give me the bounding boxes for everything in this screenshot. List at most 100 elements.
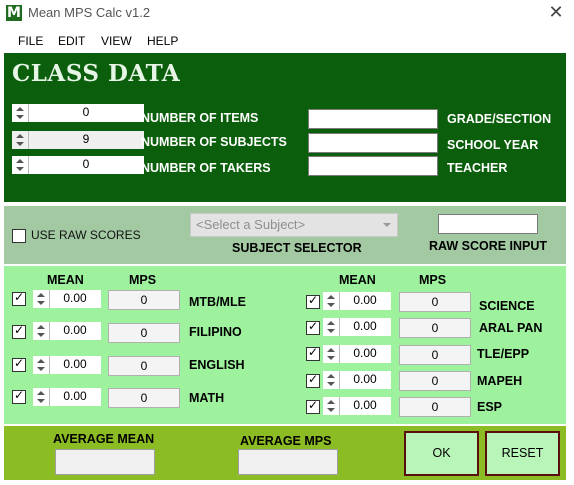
spin-up-icon[interactable] [327, 321, 335, 325]
mean-stepper-english[interactable]: 0.00 [33, 356, 101, 374]
spin-up-icon[interactable] [327, 295, 335, 299]
spin-down-icon[interactable] [37, 399, 45, 403]
subject-checkbox-science[interactable]: ✓ [306, 293, 320, 309]
average-mean-field[interactable] [55, 449, 155, 475]
mps-field-filipino[interactable]: 0 [108, 323, 180, 343]
mean-stepper-science[interactable]: 0.00 [323, 292, 391, 310]
spin-up-icon[interactable] [16, 134, 24, 138]
spin-down-icon[interactable] [327, 329, 335, 333]
mps-field-mapeh[interactable]: 0 [399, 371, 471, 391]
number-of-subjects-label: NUMBER OF SUBJECTS [141, 135, 287, 149]
mps-field-mtb-mle[interactable]: 0 [108, 290, 180, 310]
mean-value[interactable]: 0.00 [49, 389, 101, 403]
spin-down-icon[interactable] [327, 408, 335, 412]
spin-buttons[interactable] [323, 371, 340, 389]
spin-buttons[interactable] [12, 104, 29, 122]
mps-field-tle-epp[interactable]: 0 [399, 345, 471, 365]
subject-checkbox-aral-pan[interactable]: ✓ [306, 319, 320, 335]
number-of-takers-value[interactable]: 0 [28, 157, 144, 171]
subject-checkbox-esp[interactable]: ✓ [306, 398, 320, 414]
ok-button[interactable]: OK [404, 431, 479, 476]
spin-up-icon[interactable] [16, 107, 24, 111]
spin-down-icon[interactable] [327, 382, 335, 386]
mps-field-aral-pan[interactable]: 0 [399, 318, 471, 338]
number-of-subjects-stepper[interactable]: 9 [12, 131, 144, 149]
mean-value[interactable]: 0.00 [49, 291, 101, 305]
raw-score-input[interactable] [438, 214, 538, 234]
menu-file[interactable]: FILE [18, 34, 43, 48]
spin-up-icon[interactable] [37, 391, 45, 395]
number-of-subjects-value[interactable]: 9 [28, 132, 144, 146]
spin-buttons[interactable] [323, 397, 340, 415]
grade-section-field[interactable] [308, 109, 438, 129]
spin-buttons[interactable] [323, 292, 340, 310]
reset-button[interactable]: RESET [485, 431, 560, 476]
subject-checkbox-filipino[interactable]: ✓ [12, 323, 26, 339]
mean-value[interactable]: 0.00 [339, 293, 391, 307]
spin-buttons[interactable] [12, 156, 29, 174]
subject-selector-dropdown[interactable]: <Select a Subject> [190, 213, 398, 237]
mps-field-math[interactable]: 0 [108, 388, 180, 408]
spin-down-icon[interactable] [16, 167, 24, 171]
teacher-field[interactable] [308, 156, 438, 176]
close-icon[interactable]: ✕ [546, 3, 566, 23]
spin-buttons[interactable] [323, 345, 340, 363]
spin-down-icon[interactable] [37, 333, 45, 337]
mean-value[interactable]: 0.00 [339, 319, 391, 333]
mean-stepper-math[interactable]: 0.00 [33, 388, 101, 406]
number-of-items-stepper[interactable]: 0 [12, 104, 144, 122]
spin-buttons[interactable] [33, 290, 50, 308]
spin-up-icon[interactable] [37, 293, 45, 297]
spin-down-icon[interactable] [16, 142, 24, 146]
menu-edit[interactable]: EDIT [58, 34, 85, 48]
number-of-takers-stepper[interactable]: 0 [12, 156, 144, 174]
spin-down-icon[interactable] [327, 356, 335, 360]
raw-score-input-label: RAW SCORE INPUT [429, 239, 548, 253]
spin-buttons[interactable] [33, 356, 50, 374]
menu-help[interactable]: HELP [147, 34, 178, 48]
app-logo-icon: M [6, 5, 22, 21]
mean-stepper-filipino[interactable]: 0.00 [33, 322, 101, 340]
spin-up-icon[interactable] [327, 374, 335, 378]
check-icon: ✓ [308, 293, 319, 307]
mps-field-science[interactable]: 0 [399, 292, 471, 312]
mps-field-esp[interactable]: 0 [399, 397, 471, 417]
menu-view[interactable]: VIEW [101, 34, 132, 48]
spin-buttons[interactable] [323, 318, 340, 336]
spin-buttons[interactable] [12, 131, 29, 149]
subject-checkbox-tle-epp[interactable]: ✓ [306, 345, 320, 361]
mean-stepper-mtb-mle[interactable]: 0.00 [33, 290, 101, 308]
spin-up-icon[interactable] [16, 159, 24, 163]
spin-down-icon[interactable] [327, 303, 335, 307]
spin-up-icon[interactable] [37, 325, 45, 329]
number-of-items-value[interactable]: 0 [28, 105, 144, 119]
mean-stepper-esp[interactable]: 0.00 [323, 397, 391, 415]
mean-value[interactable]: 0.00 [339, 372, 391, 386]
spin-down-icon[interactable] [16, 115, 24, 119]
number-of-takers-label: NUMBER OF TAKERS [141, 161, 271, 175]
subject-checkbox-english[interactable]: ✓ [12, 356, 26, 372]
mean-value[interactable]: 0.00 [339, 346, 391, 360]
subject-checkbox-math[interactable]: ✓ [12, 388, 26, 404]
spin-buttons[interactable] [33, 388, 50, 406]
spin-down-icon[interactable] [37, 301, 45, 305]
average-mps-label: AVERAGE MPS [240, 434, 332, 448]
use-raw-scores-checkbox[interactable] [12, 229, 26, 243]
spin-up-icon[interactable] [37, 359, 45, 363]
mps-field-english[interactable]: 0 [108, 356, 180, 376]
subject-checkbox-mapeh[interactable]: ✓ [306, 372, 320, 388]
mean-value[interactable]: 0.00 [49, 323, 101, 337]
average-mps-field[interactable] [238, 449, 338, 475]
spin-up-icon[interactable] [327, 400, 335, 404]
subject-checkbox-mtb-mle[interactable]: ✓ [12, 290, 26, 306]
spin-buttons[interactable] [33, 322, 50, 340]
spin-up-icon[interactable] [327, 348, 335, 352]
mean-stepper-aral-pan[interactable]: 0.00 [323, 318, 391, 336]
mean-stepper-tle-epp[interactable]: 0.00 [323, 345, 391, 363]
mean-stepper-mapeh[interactable]: 0.00 [323, 371, 391, 389]
mean-value[interactable]: 0.00 [49, 357, 101, 371]
spin-down-icon[interactable] [37, 367, 45, 371]
school-year-field[interactable] [308, 133, 438, 153]
mean-value[interactable]: 0.00 [339, 398, 391, 412]
check-icon: ✓ [308, 398, 319, 412]
